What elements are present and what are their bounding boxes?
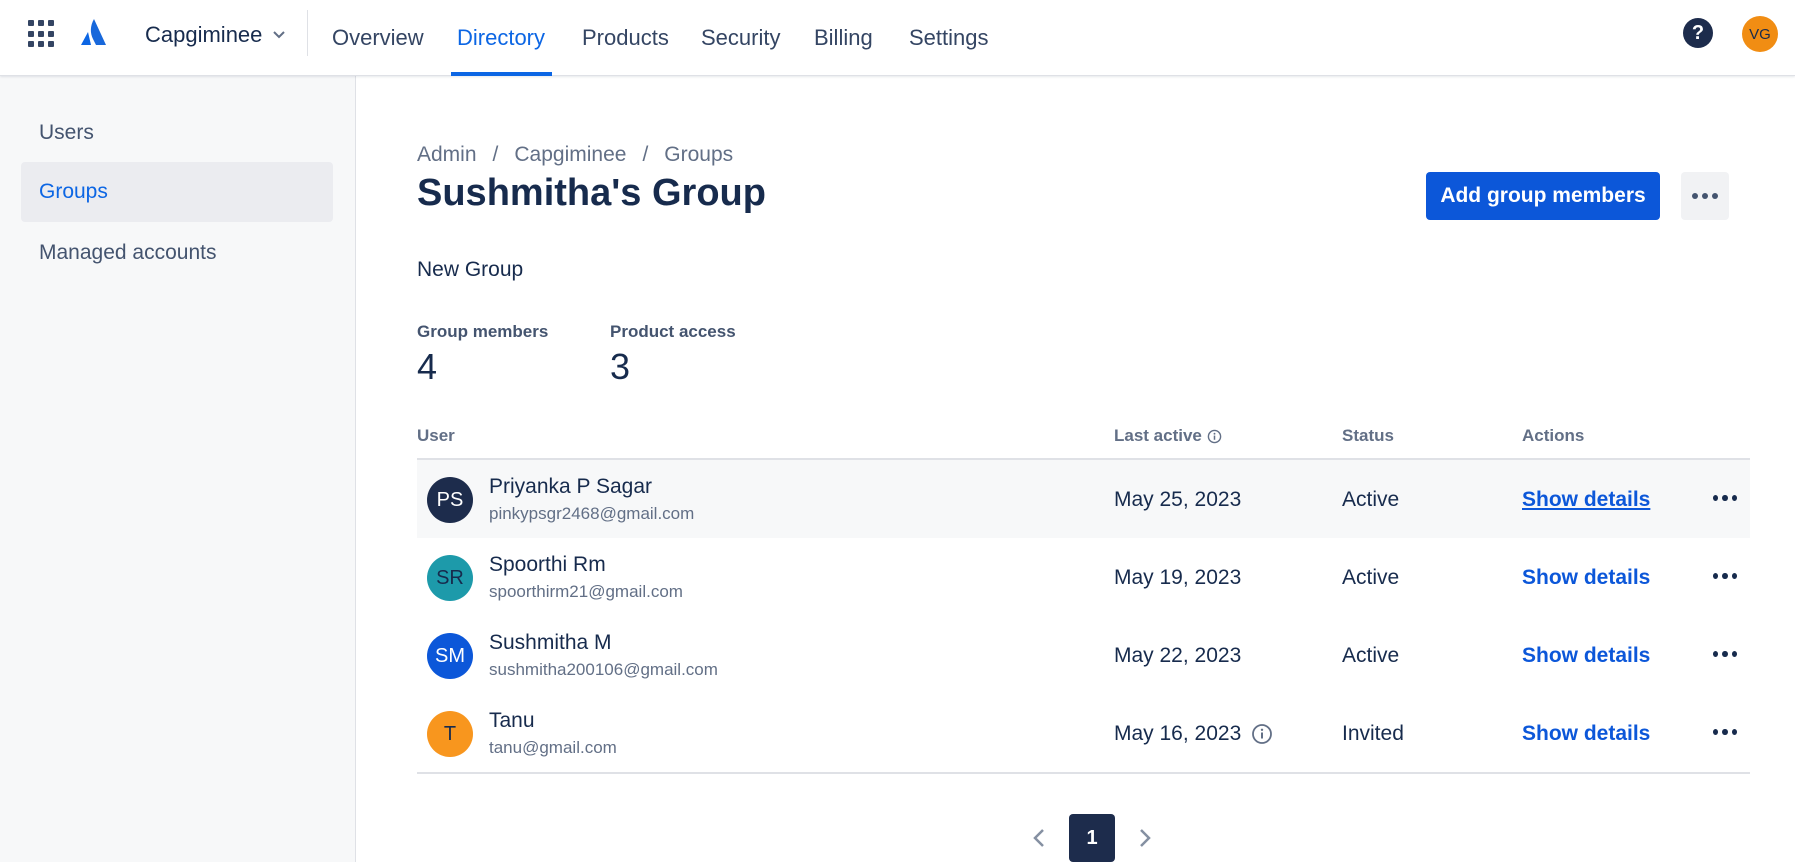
user-name: Priyanka P Sagar	[489, 475, 653, 498]
table-row: SR Spoorthi Rm spoorthirm21@gmail.com Ma…	[417, 538, 1750, 616]
show-details-link[interactable]: Show details	[1522, 488, 1650, 512]
breadcrumb-groups[interactable]: Groups	[664, 143, 733, 167]
sidebar-item-managed-accounts[interactable]: Managed accounts	[21, 223, 333, 283]
group-description: New Group	[417, 258, 524, 281]
sidebar-item-groups[interactable]: Groups	[21, 162, 333, 222]
pagination: 1	[1025, 814, 1159, 862]
last-active-cell: May 16, 2023	[1114, 722, 1273, 746]
nav-divider	[307, 10, 308, 56]
org-name: Capgiminee	[145, 22, 263, 47]
table-row: SM Sushmitha M sushmitha200106@gmail.com…	[417, 616, 1750, 694]
page-title: Sushmitha's Group	[417, 172, 766, 214]
avatar: PS	[427, 477, 473, 523]
org-switcher[interactable]: Capgiminee	[145, 20, 286, 50]
table-row: T Tanu tanu@gmail.com May 16, 2023 Invit…	[417, 694, 1750, 772]
help-icon[interactable]: ?	[1683, 18, 1713, 48]
stat-label-product-access: Product access	[610, 322, 736, 341]
info-icon[interactable]	[1251, 723, 1273, 745]
user-avatar[interactable]: VG	[1742, 16, 1778, 52]
atlassian-logo-icon[interactable]	[79, 18, 107, 46]
avatar: T	[427, 711, 473, 757]
stat-label-group-members: Group members	[417, 322, 549, 341]
column-header-user[interactable]: User	[417, 426, 455, 446]
stat-value-product-access: 3	[610, 346, 631, 387]
tab-products[interactable]: Products	[582, 0, 669, 76]
breadcrumb: Admin / Capgiminee / Groups	[417, 140, 733, 170]
sidebar: Users Groups Managed accounts	[0, 76, 356, 862]
page-button-current[interactable]: 1	[1069, 814, 1115, 862]
members-table: User Last active Status Actions PS Priya…	[417, 420, 1750, 774]
column-header-status[interactable]: Status	[1342, 426, 1394, 446]
tab-billing[interactable]: Billing	[814, 0, 873, 76]
app-switcher-icon[interactable]	[28, 20, 56, 48]
top-navigation-bar: Capgiminee Overview Directory Products S…	[0, 0, 1795, 76]
user-email: sushmitha200106@gmail.com	[489, 660, 718, 679]
user-email: tanu@gmail.com	[489, 738, 617, 757]
user-name: Sushmitha M	[489, 631, 612, 654]
sidebar-item-users[interactable]: Users	[21, 103, 333, 163]
tab-security[interactable]: Security	[701, 0, 780, 76]
user-status: Invited	[1342, 722, 1404, 745]
tab-settings[interactable]: Settings	[909, 0, 989, 76]
table-bottom-border	[417, 772, 1750, 774]
user-email: spoorthirm21@gmail.com	[489, 582, 683, 601]
previous-page-icon[interactable]	[1025, 824, 1053, 852]
active-tab-indicator	[451, 72, 552, 76]
next-page-icon[interactable]	[1131, 824, 1159, 852]
user-status: Active	[1342, 566, 1400, 589]
last-active-date: May 22, 2023	[1114, 644, 1242, 667]
tab-directory[interactable]: Directory	[457, 0, 545, 76]
user-name: Spoorthi Rm	[489, 553, 606, 576]
breadcrumb-separator: /	[492, 143, 499, 166]
column-header-last-active-label: Last active	[1114, 426, 1202, 445]
row-more-button[interactable]	[1707, 641, 1743, 667]
row-more-button[interactable]	[1707, 563, 1743, 589]
column-header-actions: Actions	[1522, 426, 1585, 445]
row-more-button[interactable]	[1707, 485, 1743, 511]
stat-value-group-members: 4	[417, 346, 438, 387]
more-options-button[interactable]	[1681, 172, 1729, 220]
tab-overview[interactable]: Overview	[332, 0, 424, 76]
add-group-members-button[interactable]: Add group members	[1426, 172, 1660, 220]
user-status: Active	[1342, 488, 1400, 511]
breadcrumb-org[interactable]: Capgiminee	[514, 143, 626, 167]
last-active-date: May 25, 2023	[1114, 488, 1242, 511]
user-status: Active	[1342, 644, 1400, 667]
info-icon[interactable]	[1207, 429, 1222, 444]
last-active-date: May 19, 2023	[1114, 566, 1242, 589]
show-details-link[interactable]: Show details	[1522, 644, 1650, 668]
show-details-link[interactable]: Show details	[1522, 722, 1650, 746]
table-row: PS Priyanka P Sagar pinkypsgr2468@gmail.…	[417, 460, 1750, 538]
last-active-date: May 16, 2023	[1114, 722, 1242, 745]
table-header: User Last active Status Actions	[417, 420, 1750, 460]
avatar: SR	[427, 555, 473, 601]
breadcrumb-separator: /	[642, 143, 649, 166]
user-email: pinkypsgr2468@gmail.com	[489, 504, 695, 523]
user-name: Tanu	[489, 709, 535, 732]
show-details-link[interactable]: Show details	[1522, 566, 1650, 590]
avatar: SM	[427, 633, 473, 679]
row-more-button[interactable]	[1707, 719, 1743, 745]
chevron-down-icon	[273, 31, 286, 39]
breadcrumb-admin[interactable]: Admin	[417, 143, 477, 167]
column-header-last-active[interactable]: Last active	[1114, 426, 1222, 446]
